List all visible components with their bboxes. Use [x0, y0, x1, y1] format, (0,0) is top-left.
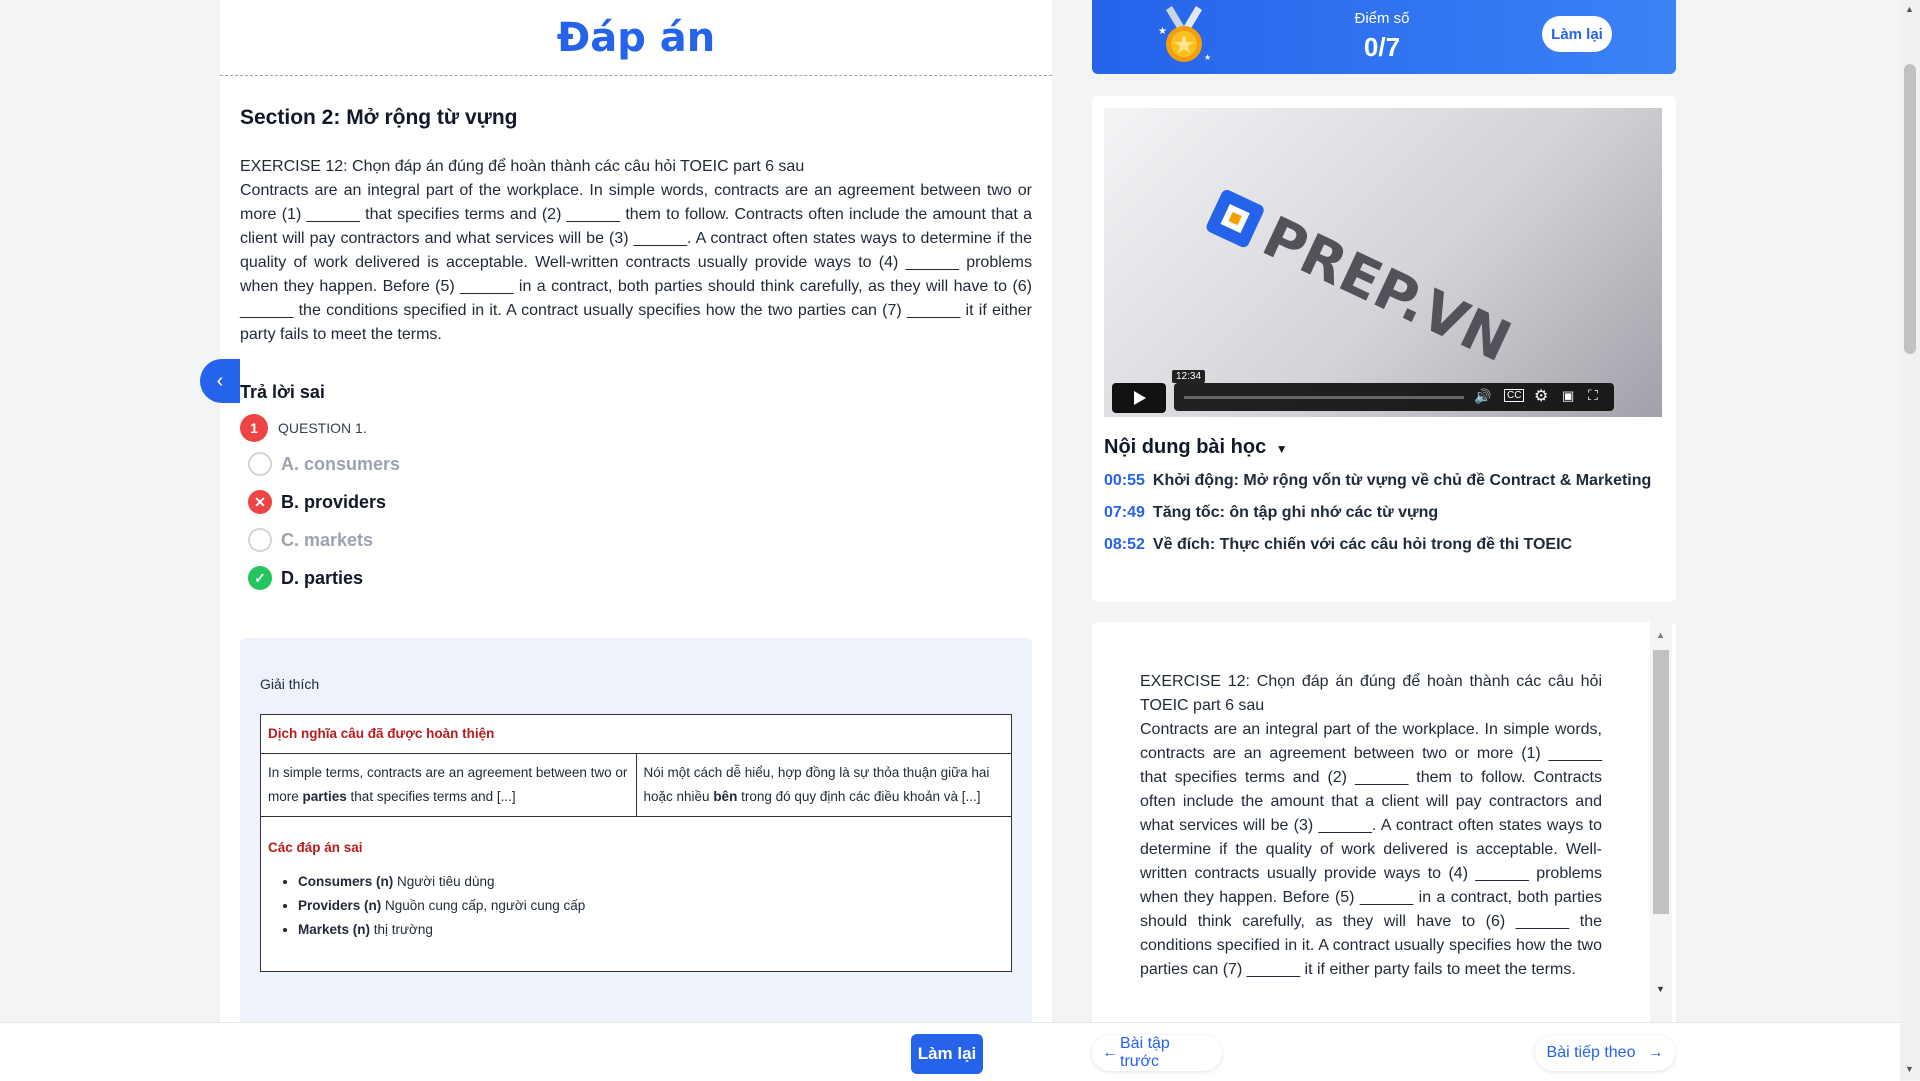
reader-instruction: EXERCISE 12: Chọn đáp án đúng để hoàn th…	[1140, 673, 1602, 714]
translation-heading: Dịch nghĩa câu đã được hoàn thiện	[260, 714, 1012, 754]
reader-text: EXERCISE 12: Chọn đáp án đúng để hoàn th…	[1140, 670, 1602, 982]
settings-icon[interactable]: ⚙	[1534, 386, 1548, 406]
english-sentence: In simple terms, contracts are an agreem…	[260, 753, 637, 817]
lesson-chapter-2[interactable]: 07:49 Tăng tốc: ôn tập ghi nhớ các từ vựn…	[1104, 504, 1438, 522]
score-value: 0/7	[1363, 32, 1401, 62]
score-card: ★ ★ Điểm số 0/7 Làm lại	[1092, 0, 1676, 74]
svg-text:★: ★	[1158, 26, 1167, 37]
option-label: B. providers	[281, 491, 387, 512]
arrow-left-icon: ←	[1102, 1044, 1118, 1061]
option-b[interactable]: ✕ B. providers	[248, 490, 386, 514]
answer-content: Section 2: Mở rộng từ vựng EXERCISE 12: …	[220, 106, 1052, 347]
option-label: D. parties	[281, 567, 364, 588]
list-item: Markets (n) thị trường	[298, 918, 1004, 942]
video-progress-track[interactable]	[1184, 396, 1464, 399]
page-title: Đáp án	[556, 14, 716, 61]
caret-down-icon: ▼	[1275, 442, 1288, 456]
score-label: Điểm số	[1354, 10, 1410, 27]
exercise-passage: Contracts are an integral part of the wo…	[240, 182, 1032, 343]
section-title: Section 2: Mở rộng từ vựng	[240, 106, 518, 129]
redo-button-bottom[interactable]: Làm lại	[911, 1034, 983, 1074]
pip-icon[interactable]: ▣	[1562, 388, 1574, 404]
wrong-icon: ✕	[248, 490, 272, 514]
explanation-box: Giải thích Dịch nghĩa câu đã được hoàn t…	[240, 638, 1032, 1080]
answer-header: Đáp án	[220, 0, 1052, 76]
fullscreen-icon[interactable]: ⛶	[1588, 387, 1598, 404]
reader-scroll-thumb[interactable]	[1653, 650, 1669, 914]
play-icon	[1134, 391, 1146, 405]
question-header: 1 QUESTION 1.	[240, 414, 367, 442]
chevron-left-icon: ‹	[216, 369, 224, 392]
radio-empty-icon	[248, 452, 272, 476]
option-d[interactable]: ✓ D. parties	[248, 566, 363, 590]
explanation-title: Giải thích	[260, 676, 320, 692]
page-scrollbar[interactable]: ▲ ▼	[1900, 0, 1920, 1080]
scroll-down-icon[interactable]: ▼	[1905, 1064, 1914, 1074]
previous-exercise-button[interactable]: ← Bài tập trước	[1092, 1035, 1222, 1071]
lesson-video-card: PREP.VN 12:34 🔊 CC ⚙ ▣ ⛶ Nội dung bài họ…	[1092, 96, 1676, 602]
video-controls: 🔊 CC ⚙ ▣ ⛶	[1174, 383, 1614, 411]
video-brand-text: PREP.VN	[1253, 204, 1520, 375]
lesson-chapter-3[interactable]: 08:52 Về đích: Thực chiến với các câu hỏi…	[1104, 536, 1572, 554]
medal-icon: ★ ★	[1158, 6, 1211, 62]
option-c[interactable]: C. markets	[248, 528, 373, 552]
video-player[interactable]: PREP.VN 12:34 🔊 CC ⚙ ▣ ⛶	[1104, 108, 1662, 417]
passage-reader: EXERCISE 12: Chọn đáp án đúng để hoàn th…	[1092, 622, 1676, 1032]
lesson-chapter-1[interactable]: 00:55 Khởi động: Mở rộng vốn từ vựng về c…	[1104, 472, 1651, 490]
wrong-answers-cell: Các đáp án sai Consumers (n) Người tiêu …	[260, 816, 1012, 972]
option-a[interactable]: A. consumers	[248, 452, 400, 476]
question-label: QUESTION 1.	[278, 420, 367, 436]
scroll-up-icon[interactable]: ▲	[1656, 630, 1665, 640]
footer-bar: Làm lại ← Bài tập trước Bài tiếp theo →	[0, 1022, 1900, 1081]
volume-icon[interactable]: 🔊	[1474, 388, 1491, 405]
collapse-sidebar-button[interactable]: ‹	[200, 359, 240, 403]
list-item: Consumers (n) Người tiêu dùng	[298, 870, 1004, 894]
question-number-badge: 1	[240, 414, 268, 442]
play-button[interactable]	[1112, 383, 1166, 413]
option-label: A. consumers	[281, 453, 401, 474]
reader-scrollbar[interactable]: ▲ ▼	[1650, 622, 1672, 1032]
exercise-instruction: EXERCISE 12: Chọn đáp án đúng để hoàn th…	[240, 158, 805, 175]
wrong-answers-heading: Các đáp án sai	[268, 840, 363, 855]
lesson-contents-toggle[interactable]: Nội dung bài học ▼	[1104, 436, 1288, 459]
wrong-answers-list: Consumers (n) Người tiêu dùng Providers …	[268, 870, 1004, 942]
arrow-right-icon: →	[1647, 1044, 1664, 1061]
scroll-up-icon[interactable]: ▲	[1905, 4, 1914, 14]
page-scroll-thumb[interactable]	[1904, 64, 1916, 354]
exercise-text: EXERCISE 12: Chọn đáp án đúng để hoàn th…	[240, 155, 1032, 347]
redo-button-top[interactable]: Làm lại	[1542, 16, 1612, 52]
cc-icon[interactable]: CC	[1504, 389, 1525, 402]
option-label: C. markets	[281, 529, 374, 550]
radio-empty-icon	[248, 528, 272, 552]
next-exercise-button[interactable]: Bài tiếp theo →	[1535, 1035, 1675, 1071]
svg-text:★: ★	[1204, 53, 1211, 62]
explanation-table: Dịch nghĩa câu đã được hoàn thiện In sim…	[260, 714, 1012, 972]
answer-panel: Đáp án Section 2: Mở rộng từ vựng EXERCI…	[220, 0, 1052, 1080]
list-item: Providers (n) Nguồn cung cấp, người cung…	[298, 894, 1004, 918]
video-time-tooltip: 12:34	[1172, 370, 1206, 383]
reader-passage: Contracts are an integral part of the wo…	[1140, 721, 1602, 978]
check-icon: ✓	[248, 566, 272, 590]
scroll-down-icon[interactable]: ▼	[1656, 984, 1665, 994]
result-label: Trả lời sai	[240, 382, 325, 402]
vietnamese-sentence: Nói một cách dễ hiểu, hợp đồng là sự thỏ…	[635, 753, 1012, 817]
